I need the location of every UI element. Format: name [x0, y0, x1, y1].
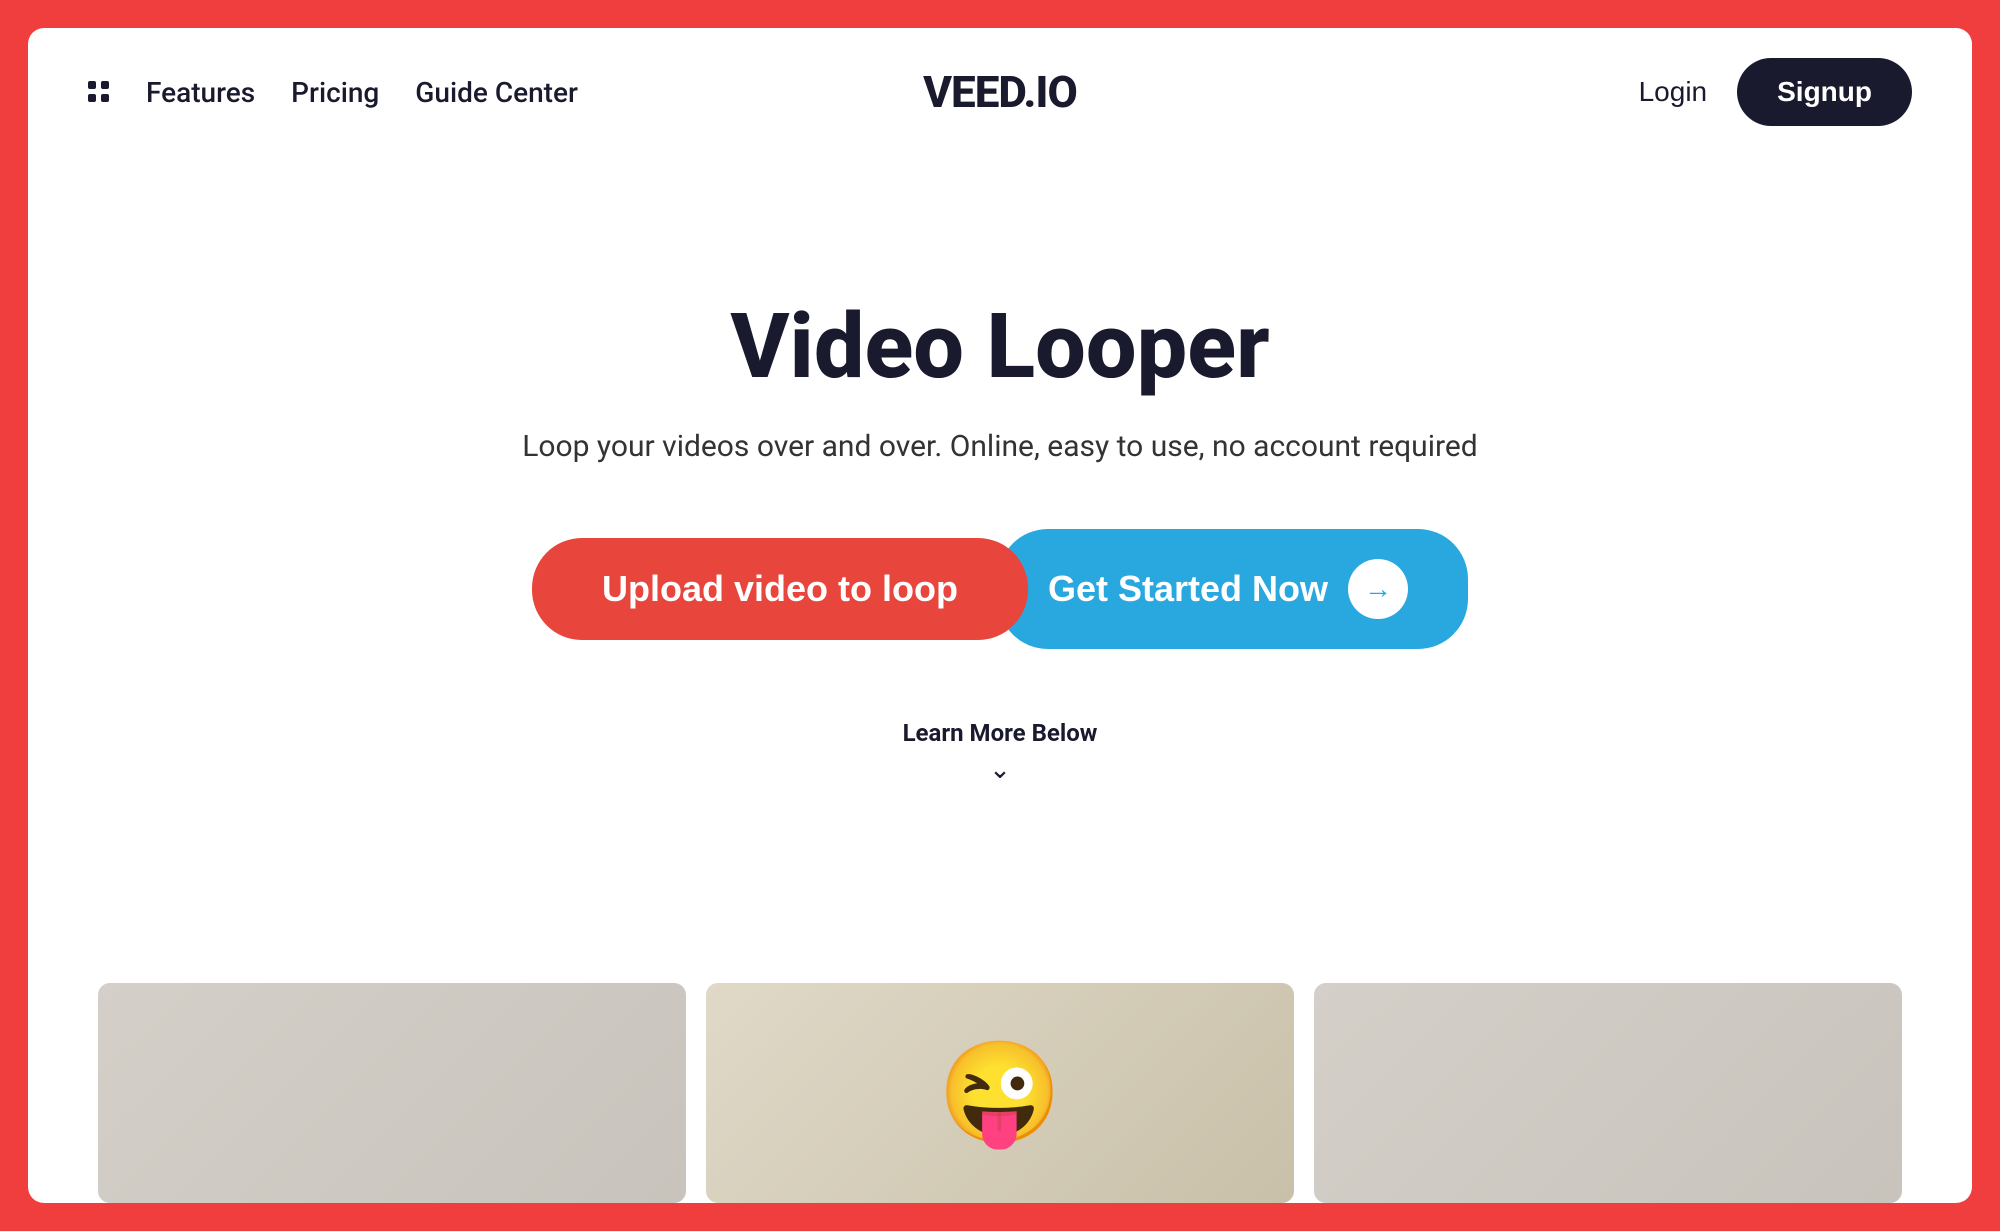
signup-button[interactable]: Signup	[1737, 58, 1912, 126]
thumbnails-row: 😜	[28, 983, 1972, 1203]
nav-left: Features Pricing Guide Center	[88, 76, 578, 109]
arrow-circle: →	[1348, 559, 1408, 619]
nav-right: Login Signup	[1639, 58, 1912, 126]
get-started-label: Get Started Now	[1048, 568, 1328, 610]
dot-3	[88, 94, 96, 102]
outer-frame: Features Pricing Guide Center VEED.IO Lo…	[0, 0, 2000, 1231]
grid-dots-icon[interactable]	[88, 81, 110, 103]
arrow-right-icon: →	[1364, 573, 1392, 605]
hero-subtitle: Loop your videos over and over. Online, …	[522, 424, 1477, 469]
thumbnail-right	[1314, 983, 1902, 1203]
upload-button[interactable]: Upload video to loop	[532, 538, 1028, 640]
nav-guide-center[interactable]: Guide Center	[415, 76, 578, 109]
nav-pricing[interactable]: Pricing	[291, 76, 379, 109]
nav-features[interactable]: Features	[146, 76, 255, 109]
dot-4	[101, 94, 109, 102]
dot-2	[101, 81, 109, 89]
chevron-down-icon[interactable]: ⌄	[989, 757, 1011, 783]
thumbnail-center: 😜	[706, 983, 1294, 1203]
site-logo[interactable]: VEED.IO	[923, 66, 1077, 118]
login-button[interactable]: Login	[1639, 76, 1708, 108]
learn-more-text: Learn More Below	[903, 719, 1098, 747]
hero-title: Video Looper	[730, 297, 1269, 396]
cta-container: Upload video to loop Get Started Now →	[532, 529, 1468, 649]
dot-1	[88, 81, 96, 89]
thumbnail-left	[98, 983, 686, 1203]
hero-section: Video Looper Loop your videos over and o…	[28, 156, 1972, 983]
inner-card: Features Pricing Guide Center VEED.IO Lo…	[28, 28, 1972, 1203]
navbar: Features Pricing Guide Center VEED.IO Lo…	[28, 28, 1972, 156]
get-started-button[interactable]: Get Started Now →	[998, 529, 1468, 649]
emoji-balloon-icon: 😜	[938, 1035, 1063, 1152]
learn-more: Learn More Below ⌄	[903, 719, 1098, 783]
